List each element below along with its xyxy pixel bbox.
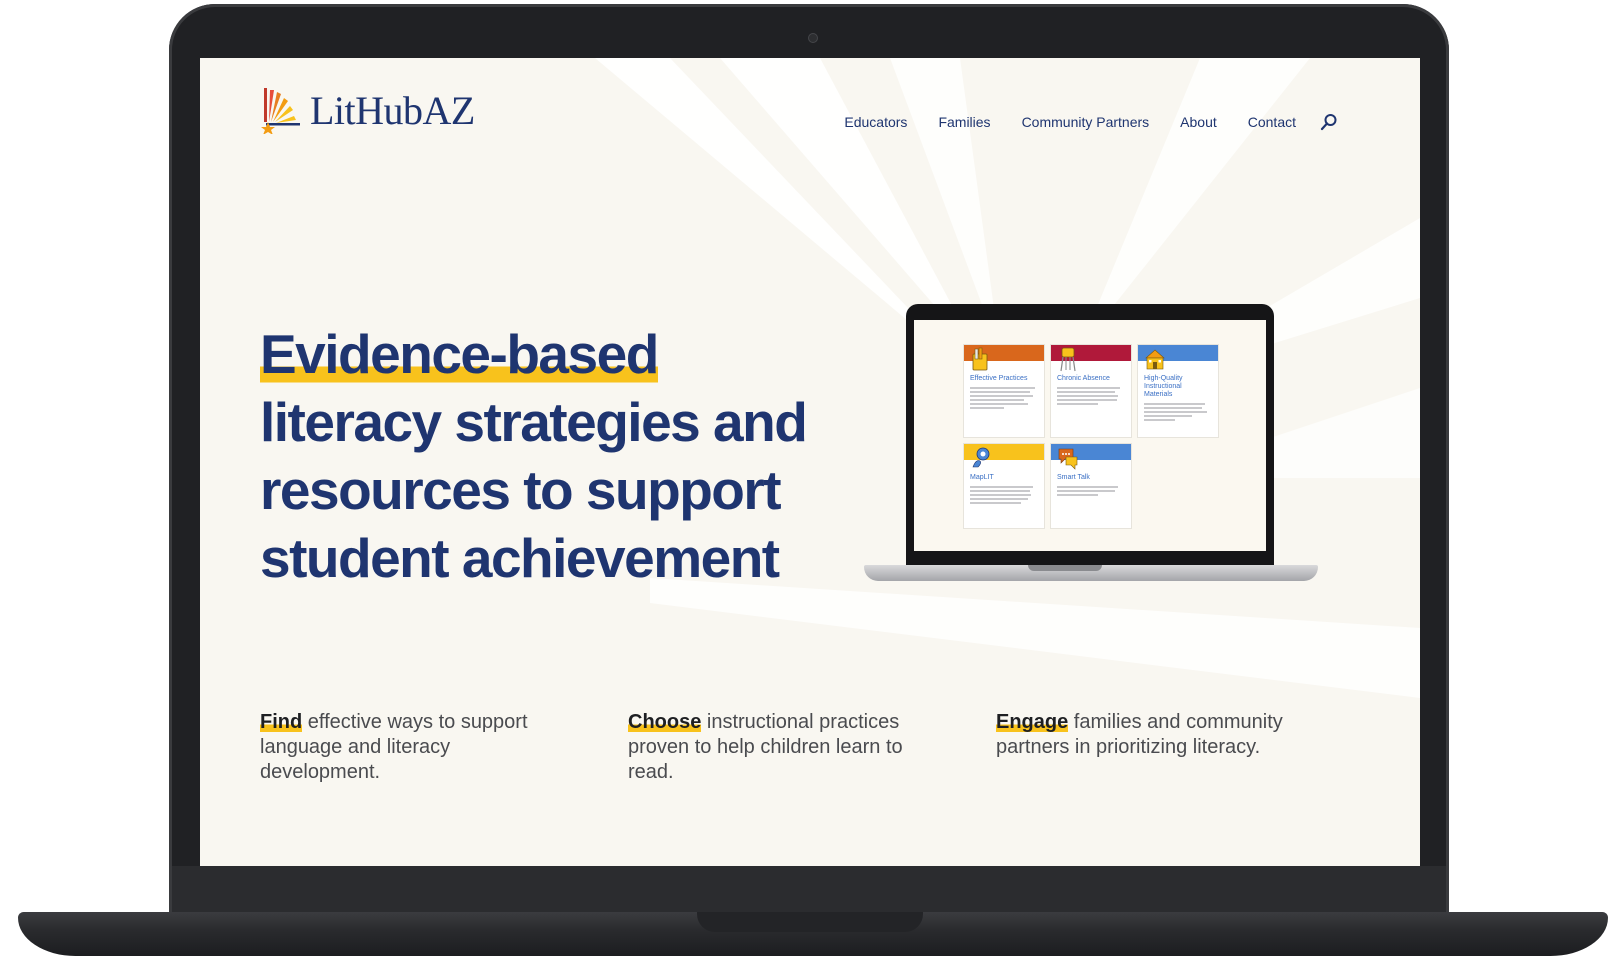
preview-laptop: Effective Practices Chronic Absence High… <box>906 304 1274 569</box>
card-text-lines <box>1051 383 1131 405</box>
card-title: Smart Talk <box>1057 474 1090 481</box>
hero-line-highlighted: Evidence-based <box>260 323 659 385</box>
feature-keyword: Choose <box>628 711 702 733</box>
nav-community-partners[interactable]: Community Partners <box>1022 114 1150 130</box>
hero-line: student achievement <box>260 527 780 589</box>
main-nav: Educators Families Community Partners Ab… <box>813 113 1338 131</box>
map-pin-icon <box>972 447 990 468</box>
sunburst-logo-icon <box>261 88 300 134</box>
books-icon <box>972 347 988 371</box>
card-text-lines <box>1051 482 1131 496</box>
hero-headline: Evidence-based literacy strategies and r… <box>260 320 820 592</box>
school-icon <box>1145 349 1165 370</box>
card-title: Chronic Absence <box>1057 375 1110 382</box>
card-header <box>1138 345 1218 370</box>
feature-find: Find effective ways to support language … <box>260 710 550 785</box>
brand-name: LitHubAZ <box>310 87 475 133</box>
feature-engage: Engage families and community partners i… <box>996 710 1286 760</box>
card-text-lines <box>1138 399 1218 421</box>
nav-about[interactable]: About <box>1180 114 1217 130</box>
hero-line: literacy strategies and <box>260 391 808 453</box>
preview-screen: Effective Practices Chronic Absence High… <box>914 320 1266 551</box>
feature-choose: Choose instructional practices proven to… <box>628 710 918 785</box>
preview-laptop-notch <box>1028 565 1102 571</box>
preview-card: Smart Talk <box>1051 444 1131 528</box>
preview-card: MapLIT <box>964 444 1044 528</box>
card-header <box>964 345 1044 371</box>
chat-icon <box>1058 448 1078 470</box>
card-text-lines <box>964 383 1044 409</box>
card-header <box>1051 345 1131 372</box>
nav-contact[interactable]: Contact <box>1248 114 1296 130</box>
feature-keyword: Find <box>260 711 303 733</box>
website-screen: LitHubAZ Educators Families Community Pa… <box>200 58 1420 866</box>
nav-families[interactable]: Families <box>938 114 990 130</box>
card-text-lines <box>964 482 1044 504</box>
site-logo[interactable]: LitHubAZ <box>260 86 475 134</box>
laptop-notch <box>697 912 923 932</box>
card-header <box>1051 444 1131 470</box>
search-icon[interactable] <box>1320 113 1338 131</box>
nav-educators[interactable]: Educators <box>844 114 907 130</box>
card-header <box>964 444 1044 468</box>
card-title: MapLIT <box>970 474 994 481</box>
card-title: High-Quality Instructional Materials <box>1144 375 1183 398</box>
laptop-chin <box>172 866 1446 912</box>
hero-line: resources to support <box>260 459 782 521</box>
card-title: Effective Practices <box>970 375 1028 382</box>
preview-card: Chronic Absence <box>1051 345 1131 437</box>
preview-card: Effective Practices <box>964 345 1044 437</box>
camera-dot <box>808 33 818 43</box>
feature-keyword: Engage <box>996 711 1069 733</box>
preview-card: High-Quality Instructional Materials <box>1138 345 1218 437</box>
desk-icon <box>1060 347 1076 372</box>
